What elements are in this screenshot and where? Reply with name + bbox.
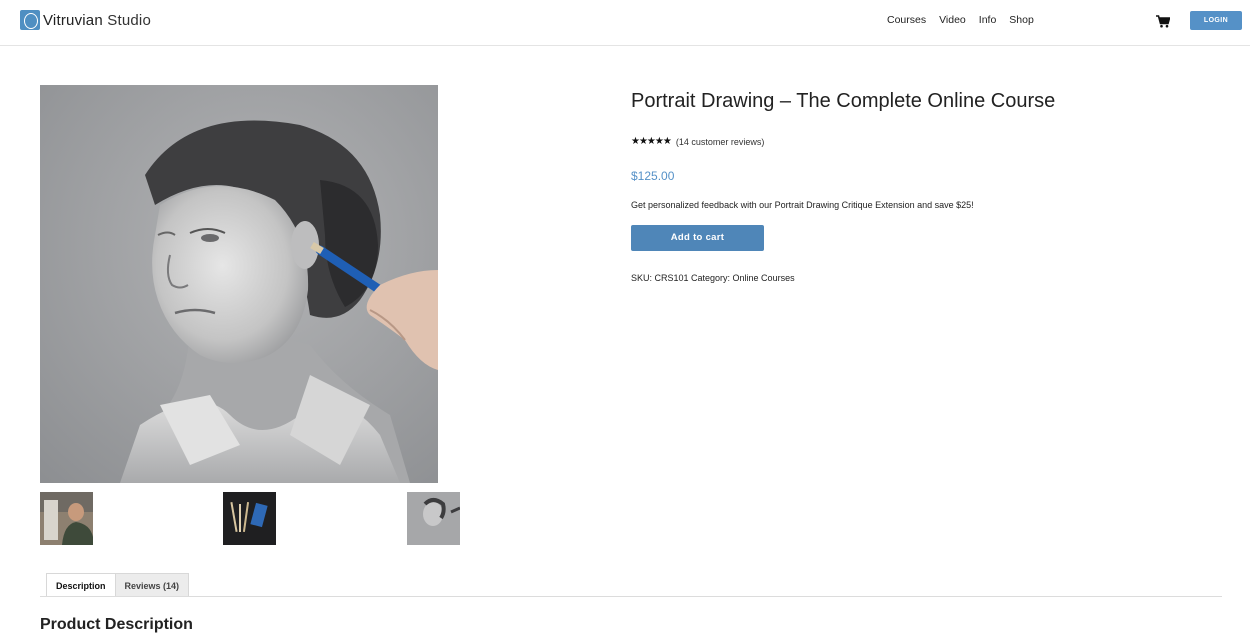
main-nav: Courses Video Info Shop [887,14,1047,26]
add-to-cart-button[interactable]: Add to cart [631,225,764,251]
nav-courses[interactable]: Courses [887,14,926,26]
nav-info[interactable]: Info [979,14,997,26]
login-button[interactable]: LOGIN [1190,11,1242,30]
thumbnail-3[interactable] [407,492,460,545]
customer-reviews-link[interactable]: (14 customer reviews) [676,137,765,147]
logo-icon [20,10,40,30]
thumbnail-2[interactable] [223,492,276,545]
star-rating-icon: ★★★★★ [631,136,672,147]
product-promo-text: Get personalized feedback with our Portr… [631,200,974,210]
logo-text-secondary: Studio [107,11,151,29]
thumbnail-1[interactable] [40,492,93,545]
tabs-divider [40,596,1222,597]
tab-description[interactable]: Description [46,573,116,597]
product-tabs: Description Reviews (14) [46,573,190,597]
site-logo[interactable]: Vitruvian Studio [20,10,151,30]
product-meta: SKU: CRS101 Category: Online Courses [631,273,795,283]
tab-reviews[interactable]: Reviews (14) [115,573,190,597]
product-main-image[interactable] [40,85,438,483]
nav-shop[interactable]: Shop [1009,14,1034,26]
description-heading: Product Description [40,616,193,633]
site-header: Vitruvian Studio Courses Video Info Shop… [0,0,1250,46]
portrait-drawing-image [40,85,438,483]
logo-text: Vitruvian Studio [43,12,151,29]
product-rating: ★★★★★ (14 customer reviews) [631,136,764,147]
nav-video[interactable]: Video [939,14,966,26]
product-title: Portrait Drawing – The Complete Online C… [631,90,1056,112]
thumbnail-supplies-image [223,492,276,545]
product-price: $125.00 [631,169,675,183]
logo-text-primary: Vitruvian [43,11,103,29]
thumbnail-artist-image [40,492,93,545]
thumbnail-sketch-image [407,492,460,545]
cart-icon[interactable] [1156,15,1170,28]
